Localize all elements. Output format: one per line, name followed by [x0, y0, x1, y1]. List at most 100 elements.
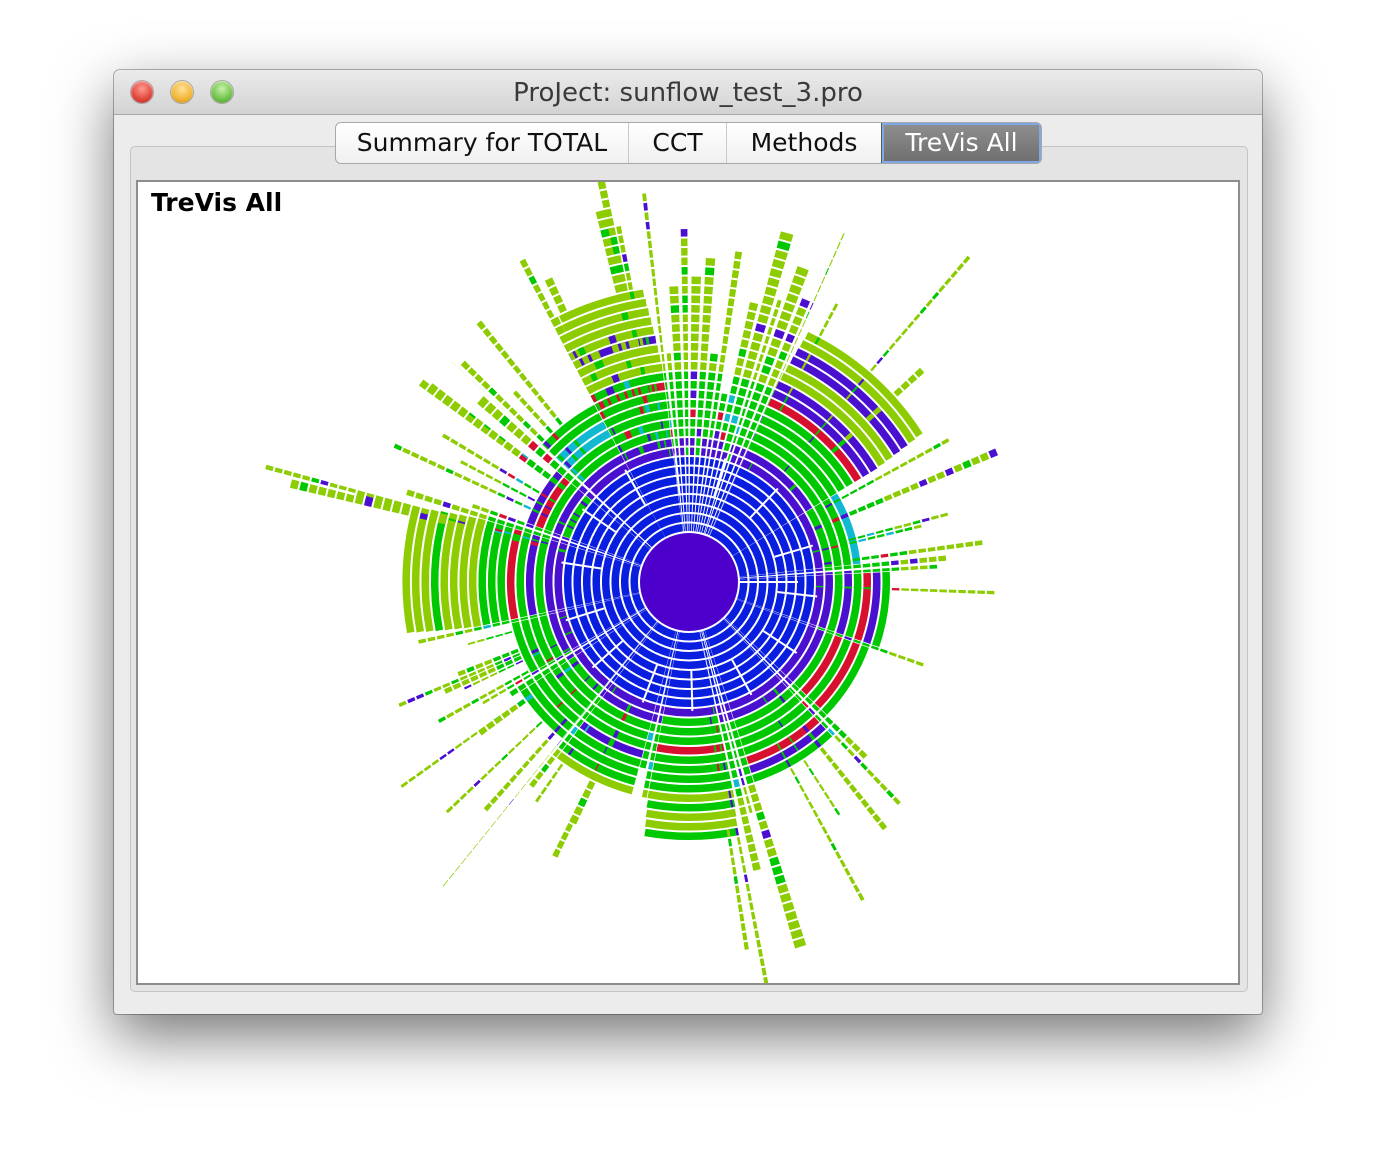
tree-node-arc[interactable] [486, 721, 496, 730]
tree-node-arc[interactable] [705, 257, 716, 267]
tree-node-arc[interactable] [858, 749, 868, 759]
tree-node-arc[interactable] [883, 494, 893, 502]
tree-node-arc[interactable] [907, 374, 918, 384]
tree-node-arc[interactable] [794, 776, 801, 784]
tree-node-arc[interactable] [901, 486, 911, 495]
tree-node-arc[interactable] [673, 352, 681, 361]
tree-node-arc[interactable] [689, 466, 694, 475]
tree-node-arc[interactable] [442, 433, 451, 441]
tree-node-arc[interactable] [754, 323, 767, 334]
tree-node-arc[interactable] [690, 428, 696, 437]
tree-node-arc[interactable] [790, 928, 804, 940]
tree-node-arc[interactable] [838, 729, 847, 739]
tree-node-arc[interactable] [738, 348, 747, 358]
tree-node-arc[interactable] [746, 311, 756, 321]
tree-node-arc[interactable] [687, 514, 689, 522]
tree-node-arc[interactable] [745, 409, 755, 420]
tree-node-arc[interactable] [733, 445, 741, 455]
tree-node-arc[interactable] [705, 400, 712, 409]
tree-node-arc[interactable] [786, 354, 791, 362]
tree-node-arc[interactable] [758, 820, 769, 830]
tree-node-arc[interactable] [671, 438, 674, 447]
tree-node-arc[interactable] [750, 341, 761, 352]
tree-node-arc[interactable] [646, 231, 651, 239]
tree-node-arc[interactable] [950, 270, 958, 279]
tree-node-arc[interactable] [683, 362, 689, 370]
tree-node-arc[interactable] [823, 791, 830, 800]
tree-node-arc[interactable] [492, 655, 502, 662]
tree-node-arc[interactable] [722, 335, 729, 345]
tree-node-arc[interactable] [546, 756, 556, 766]
tree-node-arc[interactable] [662, 363, 666, 372]
tree-node-arc[interactable] [938, 284, 946, 293]
tree-node-arc[interactable] [818, 783, 825, 792]
tree-node-arc[interactable] [901, 588, 909, 591]
tree-node-arc[interactable] [750, 793, 760, 803]
tree-node-arc[interactable] [775, 299, 782, 308]
tree-node-arc[interactable] [682, 324, 688, 332]
tree-node-arc[interactable] [704, 276, 714, 285]
tree-node-arc[interactable] [478, 513, 488, 520]
tree-node-arc[interactable] [726, 404, 733, 413]
tree-node-arc[interactable] [930, 515, 939, 520]
tree-node-arc[interactable] [711, 411, 717, 420]
tree-node-arc[interactable] [468, 464, 477, 471]
tree-node-arc[interactable] [913, 524, 922, 530]
tree-node-arc[interactable] [801, 320, 806, 328]
tree-node-arc[interactable] [643, 780, 650, 789]
tree-node-arc[interactable] [320, 480, 329, 486]
tree-node-arc[interactable] [925, 299, 933, 307]
tree-node-arc[interactable] [702, 429, 709, 438]
tree-node-arc[interactable] [618, 235, 625, 244]
tree-node-arc[interactable] [815, 585, 824, 588]
tree-node-arc[interactable] [843, 565, 852, 570]
tree-node-arc[interactable] [690, 409, 696, 418]
tree-node-arc[interactable] [761, 364, 772, 375]
tree-node-arc[interactable] [757, 404, 765, 414]
tree-node-arc[interactable] [939, 589, 947, 593]
tree-node-arc[interactable] [658, 715, 663, 724]
tree-node-arc[interactable] [739, 577, 748, 580]
tree-node-arc[interactable] [647, 240, 653, 249]
tree-node-arc[interactable] [799, 298, 811, 309]
tree-node-arc[interactable] [716, 686, 720, 694]
tree-node-arc[interactable] [909, 482, 919, 491]
tree-node-arc[interactable] [876, 533, 885, 538]
tree-node-arc[interactable] [731, 769, 738, 779]
tree-node-arc[interactable] [735, 426, 740, 435]
tree-node-arc[interactable] [301, 474, 311, 481]
tree-node-arc[interactable] [482, 327, 492, 338]
tree-node-arc[interactable] [520, 425, 527, 431]
tree-node-arc[interactable] [698, 505, 702, 513]
tree-node-arc[interactable] [535, 771, 544, 781]
tree-node-arc[interactable] [752, 372, 758, 381]
tree-node-arc[interactable] [329, 482, 338, 489]
tree-node-arc[interactable] [772, 308, 779, 318]
tree-node-arc[interactable] [771, 368, 780, 379]
tree-node-arc[interactable] [738, 417, 743, 426]
tree-node-arc[interactable] [681, 267, 688, 275]
tree-node-arc[interactable] [686, 466, 689, 475]
tree-node-arc[interactable] [790, 346, 795, 354]
tree-node-arc[interactable] [700, 352, 708, 361]
tree-node-arc[interactable] [803, 760, 810, 768]
tree-node-arc[interactable] [424, 495, 434, 503]
tree-node-arc[interactable] [771, 258, 786, 270]
tree-node-arc[interactable] [692, 514, 695, 522]
tree-node-arc[interactable] [682, 295, 688, 304]
tree-node-arc[interactable] [689, 457, 694, 465]
tree-node-arc[interactable] [454, 742, 463, 750]
tree-node-arc[interactable] [497, 492, 506, 498]
tree-node-arc[interactable] [740, 855, 745, 864]
tree-node-arc[interactable] [796, 573, 805, 577]
tree-node-arc[interactable] [738, 387, 747, 397]
tree-node-arc[interactable] [445, 467, 454, 475]
tree-node-arc[interactable] [498, 688, 507, 695]
tree-node-arc[interactable] [654, 297, 659, 306]
tree-node-arc[interactable] [699, 467, 704, 475]
tree-node-arc[interactable] [689, 504, 693, 513]
tree-node-arc[interactable] [722, 422, 729, 432]
tree-node-arc[interactable] [529, 778, 538, 788]
tree-node-arc[interactable] [774, 360, 784, 370]
tree-node-arc[interactable] [428, 459, 437, 467]
